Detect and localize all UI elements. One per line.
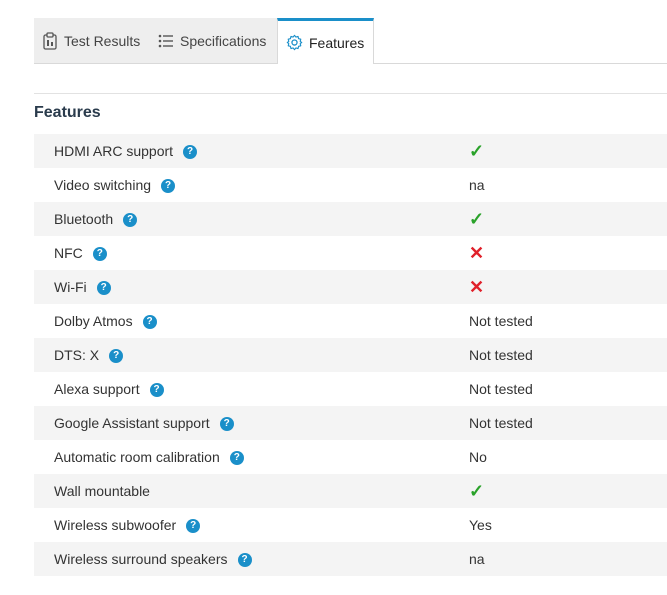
tab-specifications[interactable]: Specifications: [158, 18, 266, 63]
table-row: Wi-Fi? ✕: [34, 270, 667, 304]
feature-value: Yes: [469, 517, 492, 533]
tab-features-label: Features: [309, 34, 365, 51]
feature-value: Not tested: [469, 381, 533, 397]
table-row: Google Assistant support? Not tested: [34, 406, 667, 440]
feature-value-cell: Yes: [469, 517, 492, 533]
tab-test-results[interactable]: Test Results: [42, 18, 140, 63]
gear-icon: [286, 34, 303, 51]
feature-value: Not tested: [469, 415, 533, 431]
tab-features[interactable]: Features: [277, 18, 374, 64]
table-row: Automatic room calibration? No: [34, 440, 667, 474]
tab-bar: Test Results Specifications Features: [34, 18, 667, 64]
feature-label: Wireless surround speakers: [54, 551, 228, 567]
feature-label: Wi-Fi: [54, 279, 87, 295]
feature-label: HDMI ARC support: [54, 143, 174, 159]
feature-value-cell: Not tested: [469, 313, 533, 329]
section-title: Features: [34, 104, 101, 121]
table-row: Bluetooth? ✓: [34, 202, 667, 236]
feature-value-cell: ✕: [469, 277, 484, 298]
tab-specifications-label: Specifications: [180, 32, 267, 49]
cross-icon: ✕: [469, 276, 485, 297]
feature-label: Dolby Atmos: [54, 313, 133, 329]
section-divider: [34, 93, 667, 94]
table-row: Wireless subwoofer? Yes: [34, 508, 667, 542]
table-row: Video switching? na: [34, 168, 667, 202]
table-row: Dolby Atmos? Not tested: [34, 304, 667, 338]
check-icon: ✓: [469, 480, 485, 501]
help-icon[interactable]: ?: [123, 213, 138, 227]
feature-label: Wall mountable: [54, 483, 150, 499]
feature-value-cell: No: [469, 449, 487, 465]
table-row: Alexa support? Not tested: [34, 372, 667, 406]
list-icon: [158, 34, 174, 48]
check-icon: ✓: [469, 208, 485, 229]
feature-value-cell: ✓: [469, 481, 484, 502]
feature-value: Not tested: [469, 313, 533, 329]
clipboard-icon: [42, 31, 58, 50]
feature-label-cell: Bluetooth?: [54, 211, 138, 227]
feature-label: Automatic room calibration: [54, 449, 220, 465]
feature-label-cell: NFC?: [54, 245, 107, 261]
table-row: Wireless surround speakers? na: [34, 542, 667, 576]
help-icon[interactable]: ?: [183, 145, 198, 159]
help-icon[interactable]: ?: [186, 519, 201, 533]
feature-label-cell: Dolby Atmos?: [54, 313, 157, 329]
check-icon: ✓: [469, 140, 485, 161]
feature-value: Not tested: [469, 347, 533, 363]
feature-label: Alexa support: [54, 381, 140, 397]
feature-value-cell: ✕: [469, 243, 484, 264]
feature-value: No: [469, 449, 487, 465]
feature-label-cell: Wireless subwoofer?: [54, 517, 201, 533]
help-icon[interactable]: ?: [149, 383, 164, 397]
table-row: Wall mountable ✓: [34, 474, 667, 508]
feature-value: na: [469, 177, 485, 193]
feature-value-cell: Not tested: [469, 347, 533, 363]
help-icon[interactable]: ?: [219, 417, 234, 431]
feature-label: Google Assistant support: [54, 415, 210, 431]
help-icon[interactable]: ?: [161, 179, 176, 193]
table-row: NFC? ✕: [34, 236, 667, 270]
help-icon[interactable]: ?: [109, 349, 124, 363]
tab-test-results-label: Test Results: [64, 32, 141, 49]
features-table: HDMI ARC support? ✓ Video switching? na Blue…: [34, 134, 667, 576]
feature-label: DTS: X: [54, 347, 100, 363]
cross-icon: ✕: [469, 242, 485, 263]
feature-value-cell: ✓: [469, 209, 484, 230]
table-row: DTS: X? Not tested: [34, 338, 667, 372]
help-icon[interactable]: ?: [96, 281, 111, 295]
feature-value-cell: na: [469, 177, 485, 193]
feature-label-cell: Wi-Fi?: [54, 279, 111, 295]
help-icon[interactable]: ?: [229, 451, 244, 465]
feature-label-cell: HDMI ARC support?: [54, 143, 198, 159]
feature-label: Video switching: [54, 177, 152, 193]
feature-value-cell: na: [469, 551, 485, 567]
feature-label: Wireless subwoofer: [54, 517, 177, 533]
feature-label-cell: Wall mountable: [54, 483, 150, 499]
feature-label-cell: Google Assistant support?: [54, 415, 234, 431]
feature-label-cell: Video switching?: [54, 177, 176, 193]
feature-label-cell: DTS: X?: [54, 347, 124, 363]
table-row: HDMI ARC support? ✓: [34, 134, 667, 168]
feature-value-cell: ✓: [469, 141, 484, 162]
help-icon[interactable]: ?: [142, 315, 157, 329]
feature-value-cell: Not tested: [469, 415, 533, 431]
feature-label: Bluetooth: [54, 211, 114, 227]
feature-label-cell: Automatic room calibration?: [54, 449, 244, 465]
feature-label: NFC: [54, 245, 83, 261]
help-icon[interactable]: ?: [92, 247, 107, 261]
feature-value: na: [469, 551, 485, 567]
help-icon[interactable]: ?: [237, 553, 252, 567]
feature-label-cell: Wireless surround speakers?: [54, 551, 252, 567]
feature-value-cell: Not tested: [469, 381, 533, 397]
feature-label-cell: Alexa support?: [54, 381, 164, 397]
